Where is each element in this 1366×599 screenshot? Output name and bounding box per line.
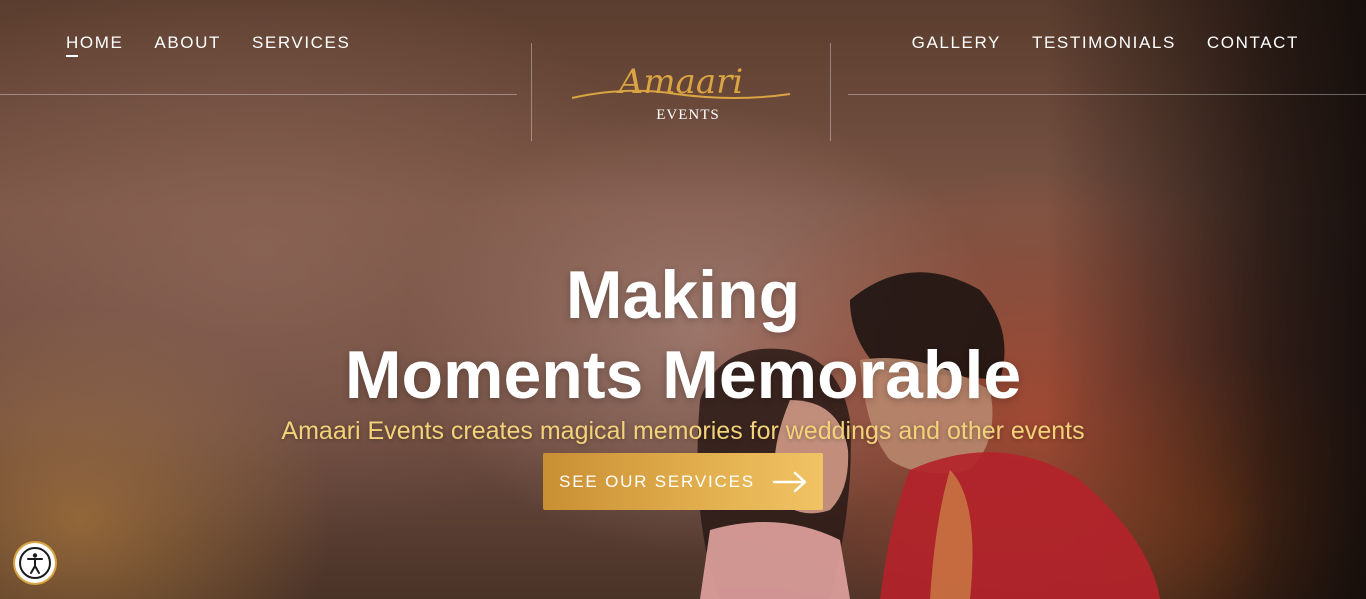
nav-contact[interactable]: CONTACT [1207,32,1299,54]
primary-nav-left: HOME ABOUT SERVICES [66,32,350,57]
nav-testimonials[interactable]: TESTIMONIALS [1032,32,1176,54]
accessibility-icon [19,547,51,579]
header-divider-right [848,94,1366,95]
logo-script-text: Amaari [618,62,744,102]
see-our-services-button[interactable]: SEE OUR SERVICES [543,453,823,510]
hero-subtitle: Amaari Events creates magical memories f… [281,417,1085,445]
logo-subtitle: EVENTS [656,107,720,123]
site-logo[interactable]: Amaari EVENTS [566,62,796,130]
hero-title-line-1: Making [565,256,801,333]
hero-title-line-2: Moments Memorable [344,336,1022,413]
nav-about[interactable]: ABOUT [154,32,221,54]
nav-gallery[interactable]: GALLERY [912,32,1001,54]
nav-home[interactable]: HOME [66,32,123,57]
header-divider-left [0,94,517,95]
logo-divider-right [830,43,831,141]
arrow-right-icon [772,471,807,492]
nav-services[interactable]: SERVICES [252,32,350,54]
logo-divider-left [531,43,532,141]
primary-nav-right: GALLERY TESTIMONIALS CONTACT [912,32,1299,54]
accessibility-button[interactable] [15,543,55,583]
cta-label: SEE OUR SERVICES [559,471,755,491]
